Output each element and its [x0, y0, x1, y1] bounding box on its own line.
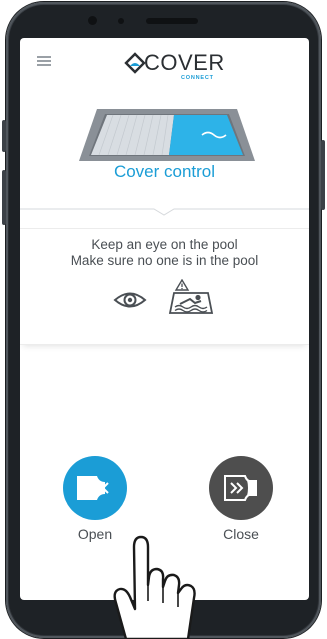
phone-side-button [321, 140, 325, 210]
section-title: Cover control [113, 162, 216, 181]
logo-subtext: CONNECT [181, 75, 214, 81]
top-bar: COVER CONNECT [20, 38, 309, 94]
open-cover-button[interactable] [63, 456, 127, 520]
safety-warning-card: Keep an eye on the pool Make sure no one… [20, 228, 309, 345]
tapping-hand-icon [113, 535, 196, 639]
front-sensor [118, 18, 124, 24]
safety-message-line-1: Keep an eye on the pool [91, 237, 238, 252]
close-cover-icon [224, 475, 257, 501]
app-screen: COVER CONNECT Cover control Keep an eye … [20, 38, 309, 600]
eye-icon [113, 292, 147, 308]
hamburger-menu-icon[interactable] [37, 56, 51, 66]
front-camera [88, 16, 97, 25]
pool-cover-illustration [79, 109, 255, 161]
open-cover-icon [77, 476, 109, 500]
app-logo: COVER CONNECT [124, 48, 234, 82]
safety-message-line-2: Make sure no one is in the pool [70, 253, 259, 268]
logo-text: COVER [144, 50, 225, 75]
close-cover-button[interactable] [209, 456, 273, 520]
close-button-label: Close [223, 526, 259, 542]
earpiece-speaker [146, 18, 198, 24]
swimmer-warning-icon [168, 279, 214, 314]
phone-side-button [2, 170, 6, 225]
section-divider [20, 208, 309, 216]
logo-mark-icon [124, 52, 146, 74]
phone-side-button [2, 120, 6, 152]
